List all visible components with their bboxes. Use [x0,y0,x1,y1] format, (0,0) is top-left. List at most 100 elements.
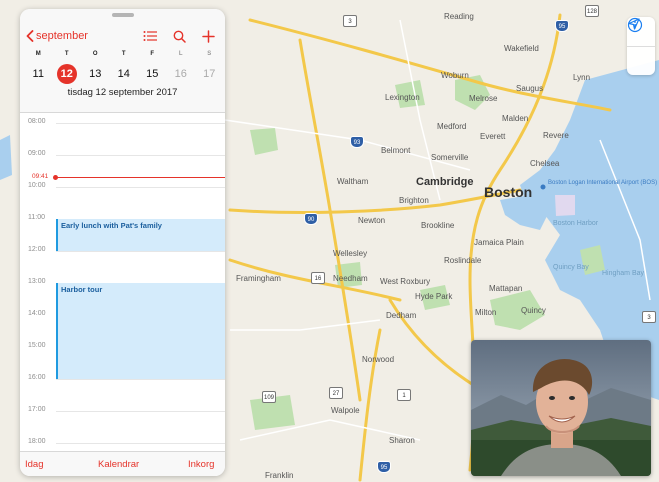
tab-inbox[interactable]: Inkorg [188,459,214,470]
hour-label: 10:00 [28,182,46,189]
day-15[interactable]: 15 [138,64,167,84]
add-event-button[interactable] [199,27,217,45]
hour-row: 17:00 [20,406,225,413]
weekday-label: S [207,51,212,57]
calendar-header: september M T O T F L S 11 12 13 14 15 1… [20,9,225,113]
map-label-woburn: Woburn [441,71,469,80]
hour-row: 12:00 [20,246,225,253]
event-title: Harbor tour [61,285,103,294]
hour-divider [56,443,225,444]
tab-calendars[interactable]: Kalendrar [98,459,139,470]
list-view-button[interactable] [141,27,159,45]
current-time-label: 09:41 [32,173,49,180]
weekday-label: L [178,51,183,57]
hour-divider [56,251,225,252]
weekday-label: T [121,51,126,57]
location-arrow-icon [628,18,640,30]
map-label-quincy: Quincy [521,306,546,315]
map-label-revere: Revere [543,131,569,140]
day-13[interactable]: 13 [81,64,110,84]
event-harbor-tour[interactable]: Harbor tour [56,283,225,379]
hour-divider [56,123,225,124]
weekday-label: M [35,51,41,57]
video-feed-person [471,340,651,476]
day-11[interactable]: 11 [24,64,53,84]
interstate-95-south-shield: 95 [377,461,391,473]
event-title: Early lunch with Pat's family [61,221,162,230]
route-16-shield: 16 [311,272,325,284]
map-label-newton: Newton [358,216,386,225]
map-label-lynn: Lynn [573,73,591,82]
route-109-shield: 109 [262,391,276,403]
map-label-needham: Needham [333,274,368,283]
hour-label: 15:00 [28,342,46,349]
interstate-95-shield: 95 [555,20,569,32]
map-label-waltham: Waltham [337,177,369,186]
route-1-shield: 1 [397,389,411,401]
hour-row: 08:00 [20,118,225,125]
map-label-hingham-bay: Hingham Bay [602,270,645,277]
weekday-row: M T O T F L S [20,51,225,57]
chevron-left-icon [26,30,34,42]
day-12-selected[interactable]: 12 [53,64,82,84]
map-label-chelsea: Chelsea [530,159,560,168]
weekday-label: O [92,51,98,57]
weekday-label: F [150,51,155,57]
route-128-shield: 128 [585,5,599,17]
hour-label: 09:00 [28,150,46,157]
route-3b-shield: 3 [642,311,656,323]
calendar-nav-bar: september [20,27,225,47]
map-label-dedham: Dedham [386,311,417,320]
map-label-quincy-bay: Quincy Bay [553,264,589,271]
selected-day-circle: 12 [56,64,77,84]
day-timeline[interactable]: 08:00 09:00 10:00 11:00 12:00 13:00 14:0… [20,113,225,445]
event-early-lunch[interactable]: Early lunch with Pat's family [56,219,225,251]
map-label-reading: Reading [444,12,474,21]
map-label-milton: Milton [475,308,497,317]
day-17[interactable]: 17 [195,64,224,84]
hour-label: 08:00 [28,118,46,125]
back-to-month-button[interactable]: september [26,27,88,45]
plus-icon [201,29,215,43]
map-label-malden: Malden [502,114,529,123]
search-button[interactable] [170,27,188,45]
hour-label: 14:00 [28,310,46,317]
hour-divider [56,187,225,188]
route-3-shield: 3 [343,15,357,27]
current-time-indicator: 09:41 [20,173,225,180]
map-label-boston-harbor: Boston Harbor [553,220,599,227]
selected-date-title: tisdag 12 september 2017 [67,87,178,98]
hour-divider [56,411,225,412]
map-label-brighton: Brighton [399,196,429,205]
day-16[interactable]: 16 [167,64,196,84]
map-label-medford: Medford [437,122,467,131]
route-27-shield: 27 [329,387,343,399]
week-strip: 11 12 13 14 15 16 17 [20,64,225,84]
current-location-button[interactable] [627,18,655,75]
hour-row: 10:00 [20,182,225,189]
map-label-mattapan: Mattapan [489,284,523,293]
facetime-video-pip[interactable] [471,340,651,476]
panel-grabber[interactable] [112,13,134,17]
map-label-framingham: Framingham [236,274,281,283]
map-label-lexington: Lexington [385,93,420,102]
map-label-boston: Boston [484,184,533,200]
map-label-wakefield: Wakefield [504,44,539,53]
map-label-west-roxbury: West Roxbury [380,277,431,286]
list-icon [143,31,157,41]
interstate-93-shield: 93 [350,136,364,148]
hour-row: 18:00 [20,438,225,445]
map-label-walpole: Walpole [331,406,360,415]
tab-today[interactable]: Idag [25,459,44,470]
hour-label: 11:00 [28,214,45,221]
map-label-franklin: Franklin [265,471,294,480]
hour-label: 16:00 [28,374,46,381]
hour-divider [56,379,225,380]
map-label-norwood: Norwood [362,355,395,364]
map-label-jamaica-plain: Jamaica Plain [474,238,524,247]
hour-row: 16:00 [20,374,225,381]
map-label-sharon: Sharon [389,436,415,445]
day-14[interactable]: 14 [110,64,139,84]
search-icon [173,30,186,43]
map-label-hyde-park: Hyde Park [415,292,453,301]
